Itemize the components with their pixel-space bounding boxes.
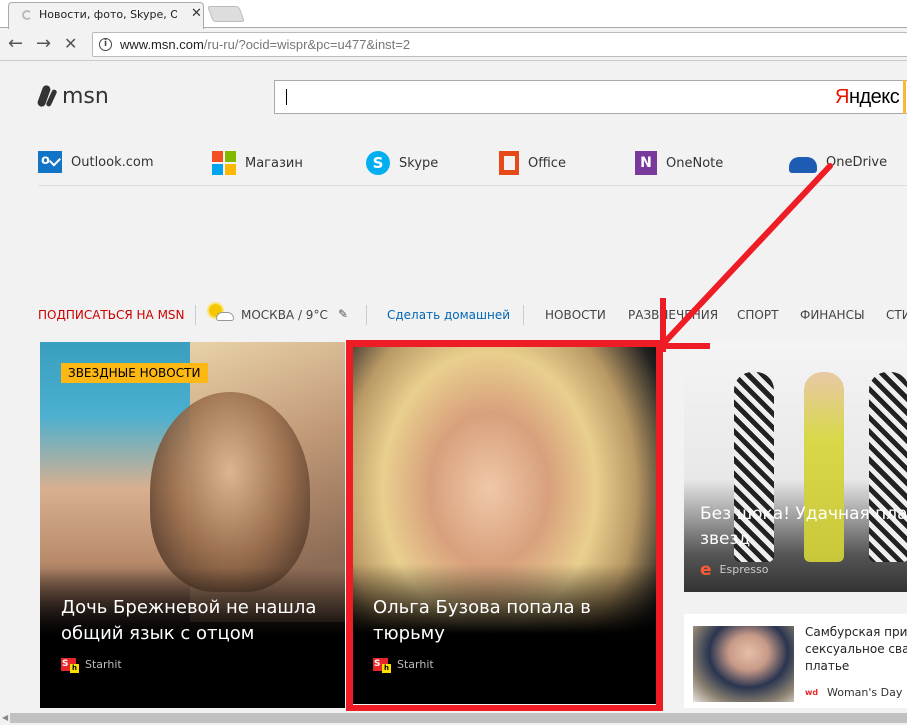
nav-entertainment[interactable]: РАЗВЛЕЧЕНИЯ [628, 308, 718, 322]
browser-toolbar: ← → ✕ i www.msn.com/ru-ru/?ocid=wispr&pc… [0, 29, 907, 61]
womans-day-logo-icon: wd [805, 687, 819, 697]
news-card-dancers[interactable]: Без шока! Удачная пла звезд e Espresso [684, 342, 907, 592]
card-source: wd Woman's Day [805, 686, 903, 699]
espresso-logo-icon: e [700, 559, 712, 580]
tab-title: Новости, фото, Skype, O [39, 8, 177, 21]
card-source: S Starhit [61, 658, 122, 673]
edit-pencil-icon[interactable]: ✎ [338, 307, 348, 321]
app-label: Skype [399, 155, 439, 171]
divider [366, 305, 367, 325]
card-headline[interactable]: Без шока! Удачная пла звезд [700, 502, 907, 552]
card-headline[interactable]: Самбурская прим сексуальное свад платье [805, 624, 907, 675]
microsoft-store-icon [212, 151, 236, 175]
app-label: Office [528, 155, 566, 171]
card-source: e Espresso [700, 559, 769, 580]
make-homepage-link[interactable]: Сделать домашней [387, 308, 510, 322]
card-headline[interactable]: Дочь Брежневой не нашла общий язык с отц… [61, 595, 316, 647]
info-icon[interactable]: i [99, 38, 112, 51]
forward-button[interactable]: → [36, 32, 51, 56]
msn-butterfly-icon [38, 83, 60, 109]
app-label: OneNote [666, 155, 724, 171]
app-link-outlook[interactable]: Outlook.com [38, 151, 154, 173]
card-image-subject [150, 392, 310, 592]
partly-cloudy-icon [208, 304, 234, 324]
news-card-brezhneva[interactable]: ЗВЕЗДНЫЕ НОВОСТИ Дочь Брежневой не нашла… [40, 342, 345, 708]
scroll-left-icon[interactable]: ◀ [2, 713, 8, 722]
nav-style[interactable]: СТИ [886, 308, 907, 322]
loading-spinner-icon [22, 10, 32, 20]
app-link-onedrive[interactable]: OneDrive [789, 151, 887, 173]
stop-button[interactable]: ✕ [64, 32, 77, 56]
app-link-office[interactable]: Office [499, 151, 566, 175]
search-input[interactable]: Яндекс [274, 80, 907, 114]
news-card-samburskaya[interactable]: Самбурская прим сексуальное свад платье … [684, 614, 907, 708]
onedrive-icon [789, 157, 817, 173]
scrollbar-thumb[interactable] [10, 713, 907, 723]
address-bar[interactable]: i www.msn.com/ru-ru/?ocid=wispr&pc=u477&… [92, 32, 907, 57]
skype-icon: S [366, 151, 390, 175]
weather-location[interactable]: МОСКВА / 9°C [241, 308, 328, 322]
yandex-logo: Яндекс [835, 86, 900, 108]
divider [523, 305, 524, 325]
app-link-onenote[interactable]: N OneNote [635, 151, 723, 175]
office-icon [499, 151, 519, 175]
msn-logo[interactable]: msn [38, 83, 109, 109]
nav-finance[interactable]: ФИНАНСЫ [800, 308, 865, 322]
horizontal-scrollbar[interactable]: ◀ [0, 711, 907, 725]
text-caret [286, 89, 287, 105]
starhit-logo-icon: S [61, 658, 79, 673]
back-button[interactable]: ← [8, 32, 23, 56]
msn-logo-text: msn [62, 83, 109, 109]
app-label: Магазин [245, 155, 303, 171]
card-thumbnail [693, 626, 794, 702]
divider [195, 305, 196, 325]
new-tab-button[interactable] [207, 6, 245, 22]
onenote-icon: N [635, 151, 657, 175]
url-text[interactable]: www.msn.com/ru-ru/?ocid=wispr&pc=u477&in… [120, 37, 410, 52]
app-links-bar: Outlook.com Магазин S Skype Office N One… [38, 148, 907, 186]
app-link-store[interactable]: Магазин [212, 151, 303, 175]
highlight-annotation-box [346, 340, 663, 712]
nav-sport[interactable]: СПОРТ [737, 308, 778, 322]
subscribe-link[interactable]: ПОДПИСАТЬСЯ НА MSN [38, 308, 185, 322]
outlook-icon [38, 151, 62, 173]
section-nav: ПОДПИСАТЬСЯ НА MSN МОСКВА / 9°C ✎ Сделат… [38, 304, 907, 327]
app-label: Outlook.com [71, 154, 154, 170]
app-link-skype[interactable]: S Skype [366, 151, 438, 175]
category-badge: ЗВЕЗДНЫЕ НОВОСТИ [61, 363, 209, 383]
tab-strip: Новости, фото, Skype, O ✕ [0, 0, 907, 29]
close-tab-icon[interactable]: ✕ [191, 6, 202, 21]
app-label: OneDrive [826, 154, 888, 170]
nav-news[interactable]: НОВОСТИ [545, 308, 606, 322]
browser-tab[interactable]: Новости, фото, Skype, O ✕ [8, 2, 204, 29]
